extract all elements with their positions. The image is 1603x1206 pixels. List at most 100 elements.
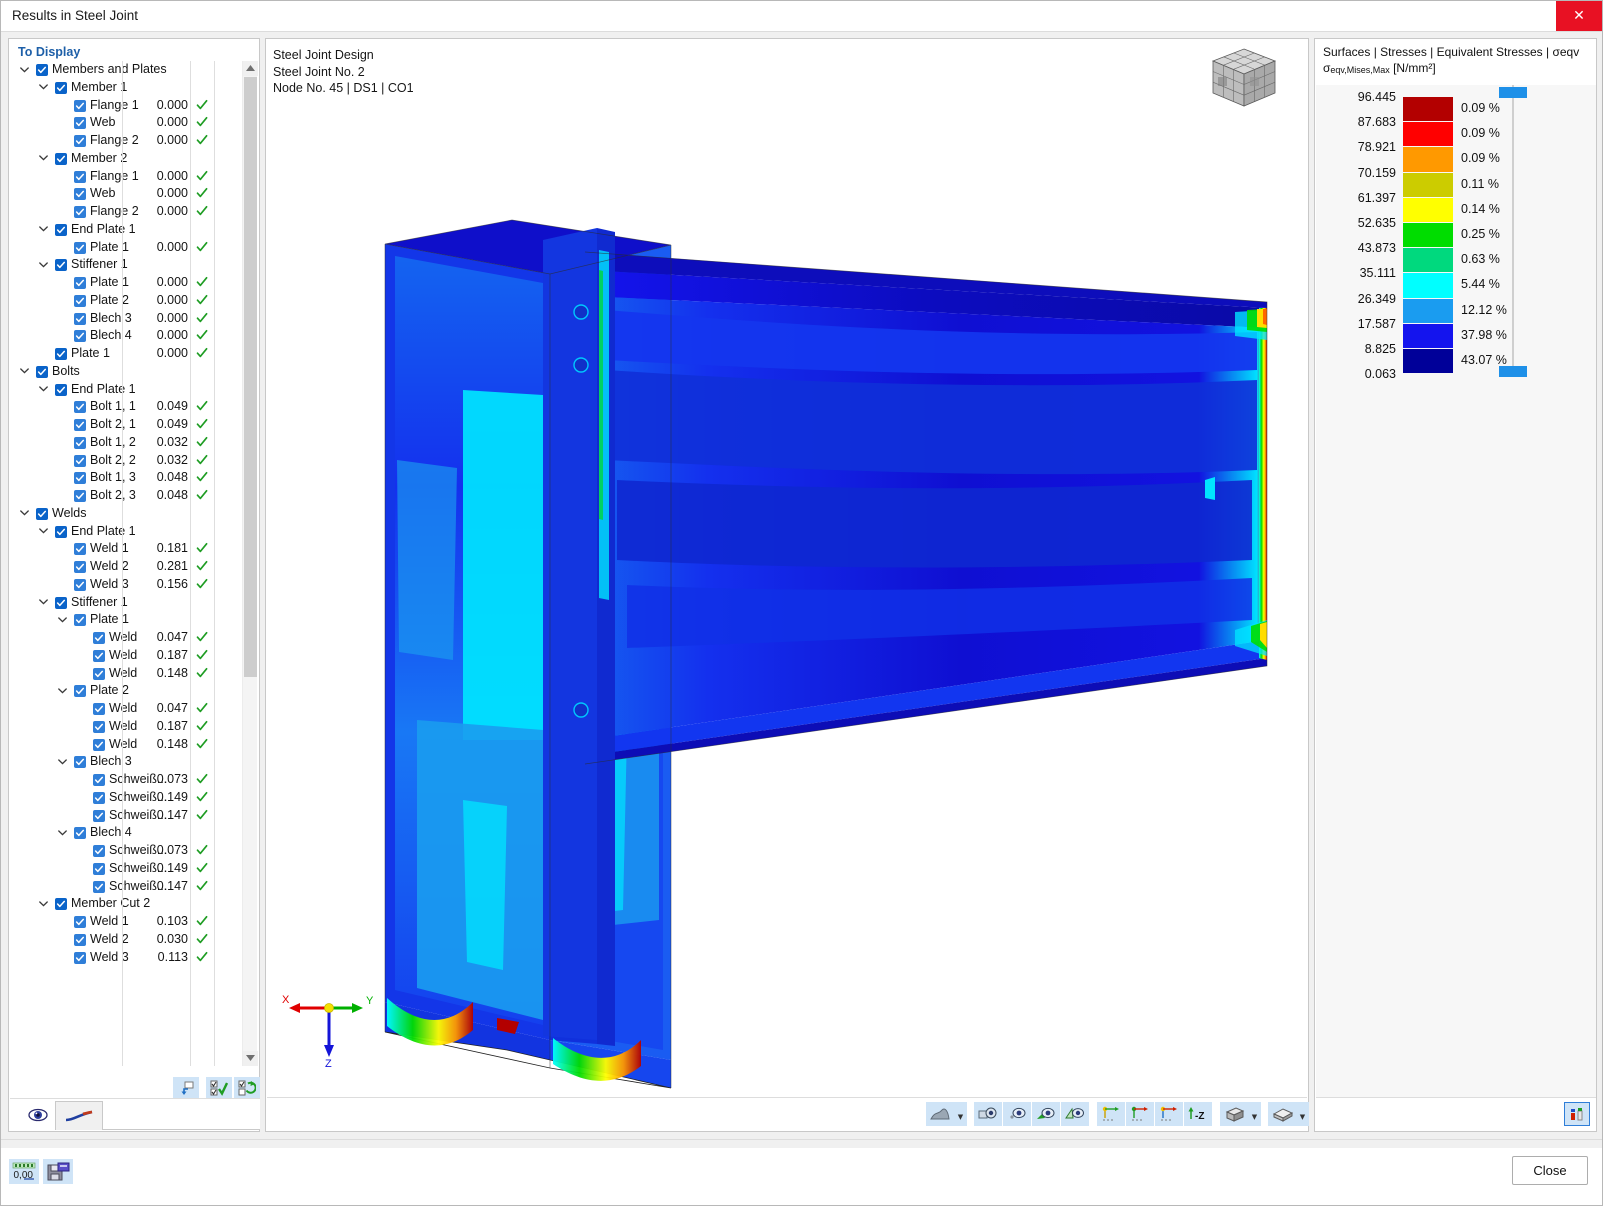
tree-checkbox[interactable] xyxy=(93,862,105,875)
tree-row[interactable]: Bolt 1, 1 0.049 xyxy=(18,398,240,416)
chevron-down-icon[interactable] xyxy=(18,363,31,380)
box-view-dropdown-icon[interactable]: ▼ xyxy=(1248,1102,1261,1126)
tree-checkbox[interactable] xyxy=(74,419,86,431)
legend-color-swatch[interactable] xyxy=(1403,147,1453,173)
chevron-down-icon[interactable] xyxy=(37,150,50,167)
legend-band-row[interactable]: 0.09 % xyxy=(1316,97,1596,123)
viewport-toolbar[interactable]: ▼ -Z ▼ ▼ xyxy=(267,1097,1309,1130)
legend-band-row[interactable]: 0.25 % xyxy=(1316,223,1596,249)
legend-color-swatch[interactable] xyxy=(1403,298,1453,324)
tree-checkbox[interactable] xyxy=(93,774,105,786)
tree-checkbox[interactable] xyxy=(55,383,67,396)
scrollbar-thumb[interactable] xyxy=(244,77,257,677)
close-button[interactable]: Close xyxy=(1512,1156,1588,1185)
tree-checkbox[interactable] xyxy=(74,454,86,467)
section-view-dropdown-icon[interactable]: ▼ xyxy=(1296,1102,1309,1126)
tree-checkbox[interactable] xyxy=(93,703,105,715)
tree-row[interactable]: Schweiß... 0.073 xyxy=(18,842,240,860)
legend-band-row[interactable]: 0.09 % xyxy=(1316,122,1596,148)
tree-row[interactable]: Flange 1 0.000 xyxy=(18,97,240,115)
tree-checkbox[interactable] xyxy=(93,738,105,751)
tree-scroll-area[interactable]: Members and Plates Member 1 Flange 1 0.000 W… xyxy=(18,61,255,1066)
tree-row[interactable]: Bolt 1, 2 0.032 xyxy=(18,434,240,452)
chevron-down-icon[interactable] xyxy=(37,895,50,912)
chevron-down-icon[interactable] xyxy=(56,824,69,841)
tree-checkbox[interactable] xyxy=(93,720,105,733)
tree-row[interactable]: Schweiß... 0.147 xyxy=(18,807,240,825)
tree-row[interactable]: Weld 0.047 xyxy=(18,629,240,647)
chevron-down-icon[interactable] xyxy=(18,61,31,78)
legend-color-swatch[interactable] xyxy=(1403,349,1453,375)
tree-row[interactable]: Weld 0.148 xyxy=(18,665,240,683)
tree-checkbox[interactable] xyxy=(93,845,105,857)
tree-checkbox[interactable] xyxy=(36,507,48,520)
tree-row[interactable]: Weld 0.047 xyxy=(18,700,240,718)
tree-row[interactable]: Schweiß... 0.073 xyxy=(18,771,240,789)
tree-row[interactable]: Bolts xyxy=(18,363,240,381)
tree-row[interactable]: Weld 1 0.181 xyxy=(18,540,240,558)
close-icon[interactable]: ✕ xyxy=(1556,1,1602,31)
legend-band-row[interactable]: 0.09 % xyxy=(1316,147,1596,173)
tree-checkbox[interactable] xyxy=(93,791,105,804)
camera-view-button[interactable] xyxy=(974,1102,1002,1126)
invert-selection-button[interactable] xyxy=(234,1077,260,1100)
tree-row[interactable]: Weld 3 0.113 xyxy=(18,949,240,967)
scroll-down-icon[interactable] xyxy=(243,1051,258,1066)
tree-checkbox[interactable] xyxy=(55,259,67,272)
legend-band-row[interactable]: 0.63 % xyxy=(1316,248,1596,274)
tree-row[interactable]: Plate 1 xyxy=(18,611,240,629)
tree-row[interactable]: Member Cut 2 xyxy=(18,895,240,913)
tree-checkbox[interactable] xyxy=(74,561,86,573)
chevron-down-icon[interactable] xyxy=(37,221,50,238)
tree-scrollbar[interactable] xyxy=(242,61,258,1066)
view-in-yz-button[interactable] xyxy=(1155,1102,1183,1126)
tree-checkbox[interactable] xyxy=(74,578,86,591)
tree-checkbox[interactable] xyxy=(74,401,86,414)
tree-checkbox[interactable] xyxy=(74,294,86,307)
tree-checkbox[interactable] xyxy=(55,223,67,236)
legend-band-row[interactable]: 0.11 % xyxy=(1316,172,1596,198)
view-in-xy-button[interactable] xyxy=(1097,1102,1125,1126)
tree-checkbox[interactable] xyxy=(55,596,67,609)
legend-slider-handle-max[interactable] xyxy=(1499,87,1527,98)
tree-row[interactable]: Plate 1 0.000 xyxy=(18,239,240,257)
3d-render-canvas[interactable]: Steel Joint Design Steel Joint No. 2 Nod… xyxy=(267,40,1307,1098)
tree-row[interactable]: Bolt 1, 3 0.048 xyxy=(18,469,240,487)
tree-checkbox[interactable] xyxy=(74,170,86,183)
tree-checkbox[interactable] xyxy=(74,99,86,112)
tree-checkbox[interactable] xyxy=(55,81,67,94)
legend-band-row[interactable]: 0.14 % xyxy=(1316,197,1596,223)
tree-row[interactable]: Schweiß... 0.147 xyxy=(18,878,240,896)
tree-row[interactable]: Weld 0.187 xyxy=(18,718,240,736)
chevron-down-icon[interactable] xyxy=(37,523,50,540)
legend-settings-button[interactable] xyxy=(1564,1102,1590,1126)
tree-row[interactable]: Weld 2 0.030 xyxy=(18,931,240,949)
tree-row[interactable]: Stiffener 1 xyxy=(18,256,240,274)
tree-row[interactable]: End Plate 1 xyxy=(18,523,240,541)
tree-row[interactable]: Blech 4 xyxy=(18,824,240,842)
tree-row[interactable]: Flange 2 0.000 xyxy=(18,132,240,150)
tree-checkbox[interactable] xyxy=(74,933,86,946)
tree-checkbox[interactable] xyxy=(93,649,105,662)
tree-row[interactable]: Bolt 2, 2 0.032 xyxy=(18,452,240,470)
tree-checkbox[interactable] xyxy=(74,951,86,964)
tree-row[interactable]: Member 2 xyxy=(18,150,240,168)
chevron-down-icon[interactable] xyxy=(37,256,50,273)
tree-checkbox[interactable] xyxy=(36,365,48,378)
legend-slider-track[interactable] xyxy=(1512,85,1514,375)
tree-checkbox[interactable] xyxy=(74,614,86,627)
chevron-down-icon[interactable] xyxy=(18,505,31,522)
tree-row[interactable]: Welds xyxy=(18,505,240,523)
view-in-xz-button[interactable] xyxy=(1126,1102,1154,1126)
tree-row[interactable]: Schweiß... 0.149 xyxy=(18,789,240,807)
tree-checkbox[interactable] xyxy=(74,277,86,289)
tree-checkbox[interactable] xyxy=(74,916,86,928)
tree-checkbox[interactable] xyxy=(55,152,67,165)
tree-checkbox[interactable] xyxy=(36,64,48,76)
decimal-places-button[interactable]: 0,00 xyxy=(9,1159,39,1184)
render-mode-dropdown-icon[interactable]: ▼ xyxy=(954,1102,967,1126)
tree-checkbox[interactable] xyxy=(74,472,86,485)
eye-icon[interactable] xyxy=(28,1105,48,1125)
tree-row[interactable]: Plate 1 0.000 xyxy=(18,345,240,363)
model-viewport[interactable]: Steel Joint Design Steel Joint No. 2 Nod… xyxy=(265,38,1309,1132)
